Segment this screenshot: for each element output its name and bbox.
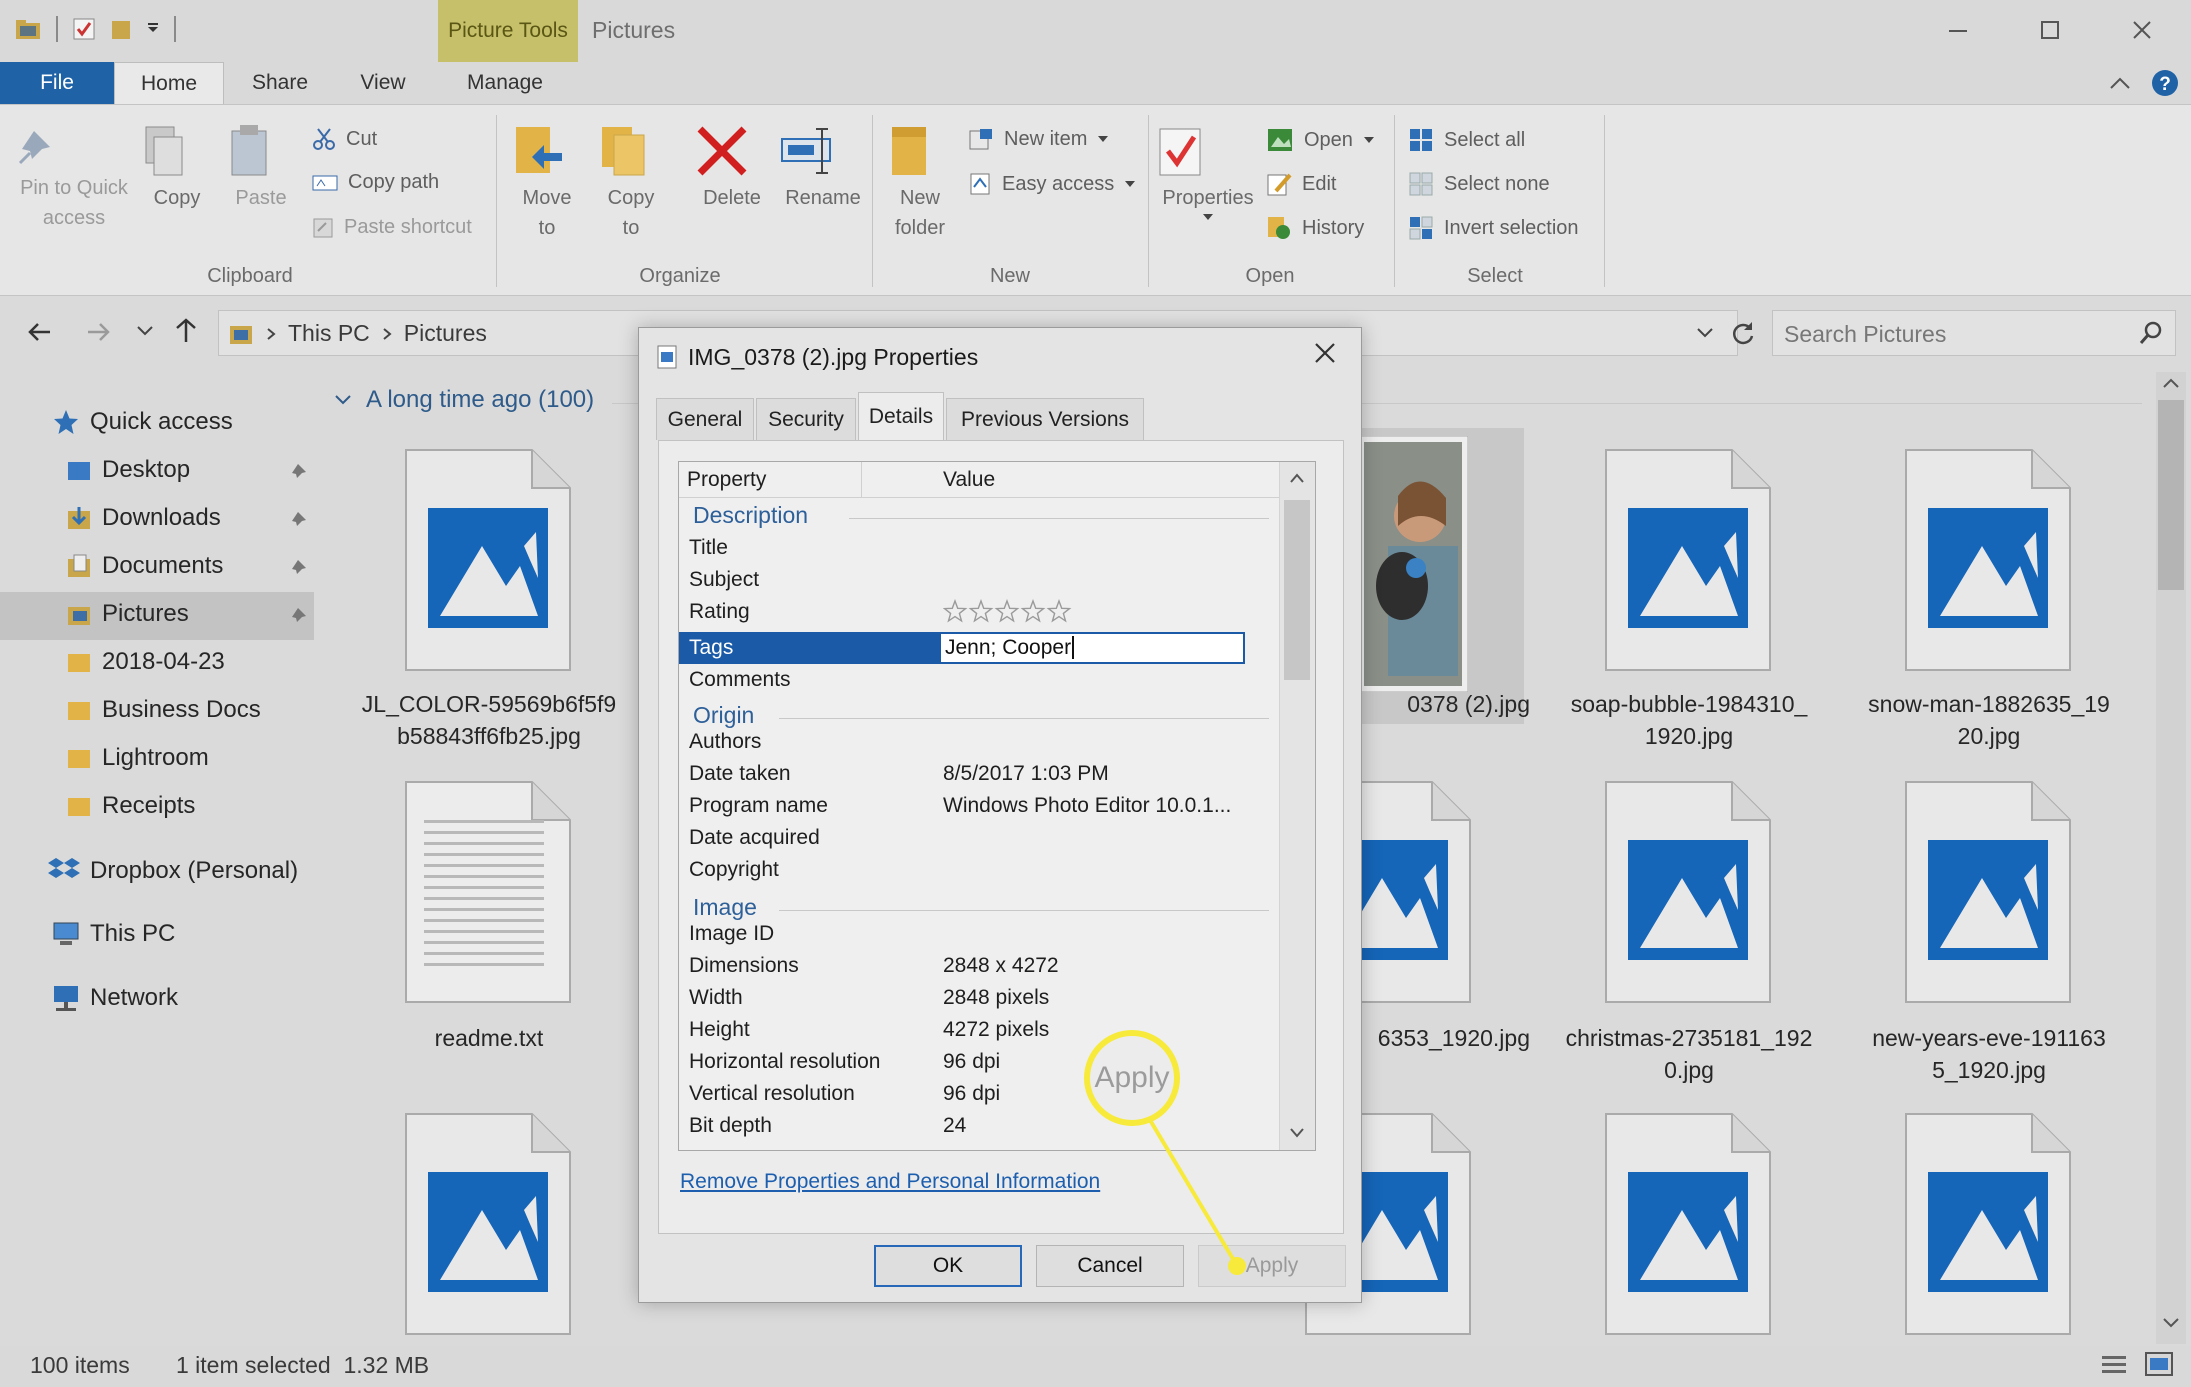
callout-pointer-line: [1148, 1118, 1246, 1275]
callout-dot: [1228, 1257, 1246, 1275]
apply-callout-magnifier: Apply: [1084, 1030, 1180, 1126]
